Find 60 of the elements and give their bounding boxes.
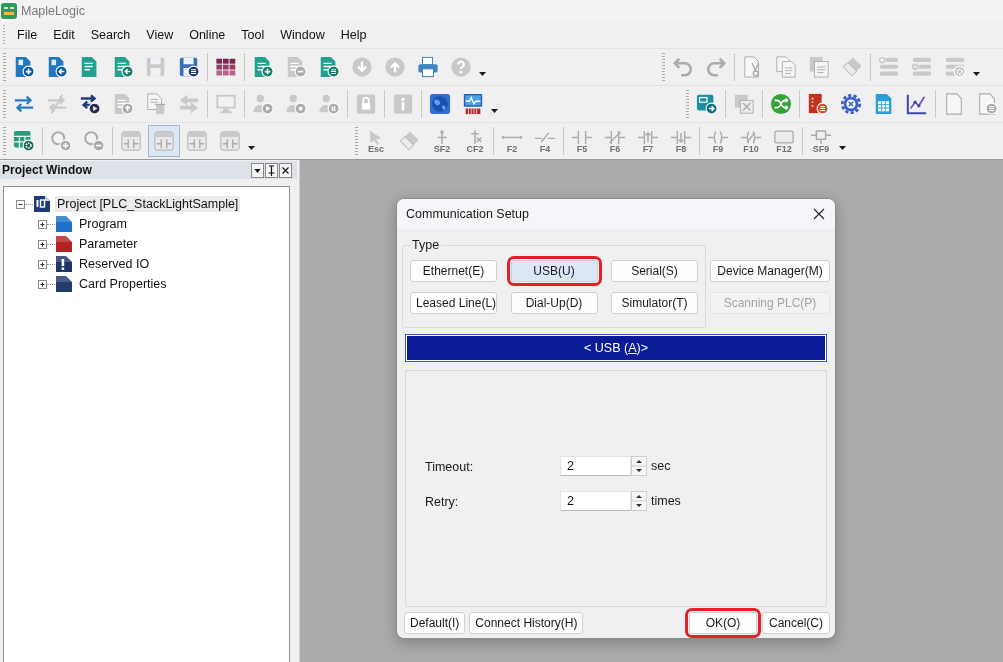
connection-type-button[interactable]: Dial-Up(D) xyxy=(510,292,598,314)
tree-item[interactable]: Parameter xyxy=(77,236,140,252)
menu-item[interactable]: Online xyxy=(181,24,234,46)
project-icon xyxy=(33,195,51,213)
unit-label: times xyxy=(651,494,681,508)
dialog-button[interactable]: Device Manager(M) xyxy=(710,260,830,282)
close-icon[interactable] xyxy=(813,208,825,220)
spinner-icon[interactable] xyxy=(631,456,647,476)
expand-icon[interactable] xyxy=(38,259,47,269)
tree-item[interactable]: Reserved IO xyxy=(77,256,152,272)
dropdown-arrow-icon[interactable] xyxy=(973,72,980,76)
toolbar-grip[interactable] xyxy=(686,90,689,118)
toolbar-grip[interactable] xyxy=(3,53,6,81)
toolbar-grip[interactable] xyxy=(3,90,6,118)
toolbar-grip[interactable] xyxy=(355,127,358,155)
dialog-title: Communication Setup xyxy=(406,207,529,221)
number-field[interactable]: 2 xyxy=(560,456,631,476)
collapse-icon[interactable] xyxy=(16,199,25,209)
document-icon xyxy=(55,215,73,233)
connection-type-button[interactable]: Leased Line(L) xyxy=(410,292,497,314)
expand-icon[interactable] xyxy=(38,239,47,249)
menu-item[interactable]: Help xyxy=(332,24,375,46)
field-label: Retry: xyxy=(425,495,459,509)
dialog-button[interactable]: Connect History(H) xyxy=(469,612,584,634)
spinner-icon[interactable] xyxy=(631,491,647,511)
group-label: Type xyxy=(410,238,442,252)
menu-item[interactable]: View xyxy=(138,24,182,46)
menu-item[interactable]: File xyxy=(9,24,46,46)
dialog-button[interactable]: Default(I) xyxy=(404,612,466,634)
app-title: MapleLogic xyxy=(21,4,85,18)
connection-header: < USB (A)> xyxy=(405,334,827,362)
connection-type-button[interactable]: Serial(S) xyxy=(611,260,698,282)
menu-item[interactable]: Search xyxy=(82,24,139,46)
menu-item[interactable]: Edit xyxy=(45,24,83,46)
close-icon[interactable] xyxy=(279,162,292,178)
dropdown-arrow-icon[interactable] xyxy=(491,109,498,113)
document-icon xyxy=(55,235,73,253)
document-alert-icon xyxy=(55,255,73,273)
toolbar-grip[interactable] xyxy=(3,127,6,155)
tree-item[interactable]: Program xyxy=(77,216,129,232)
tree-item[interactable]: Project [PLC_StackLightSample] xyxy=(55,196,241,212)
dialog-button[interactable]: Cancel(C) xyxy=(762,612,830,634)
tree-item[interactable]: Card Properties xyxy=(77,276,169,292)
dropdown-arrow-icon[interactable] xyxy=(479,72,486,76)
unit-label: sec xyxy=(651,459,671,473)
expand-icon[interactable] xyxy=(38,219,47,229)
menu-item[interactable]: Window xyxy=(272,24,333,46)
dropdown-arrow-icon[interactable] xyxy=(248,146,255,150)
number-field[interactable]: 2 xyxy=(560,491,631,511)
pin-icon[interactable] xyxy=(265,162,278,178)
connection-type-button[interactable]: Ethernet(E) xyxy=(410,260,497,282)
panel-title: Project Window xyxy=(2,163,92,177)
connection-type-button[interactable]: Simulator(T) xyxy=(611,292,698,314)
menu-item[interactable]: Tool xyxy=(233,24,273,46)
field-label: Timeout: xyxy=(425,460,474,474)
dropdown-arrow-icon[interactable] xyxy=(839,146,846,150)
expand-icon[interactable] xyxy=(38,279,47,289)
document-icon xyxy=(55,275,73,293)
toolbar-grip[interactable] xyxy=(662,53,665,81)
dropdown-icon[interactable] xyxy=(251,162,264,178)
